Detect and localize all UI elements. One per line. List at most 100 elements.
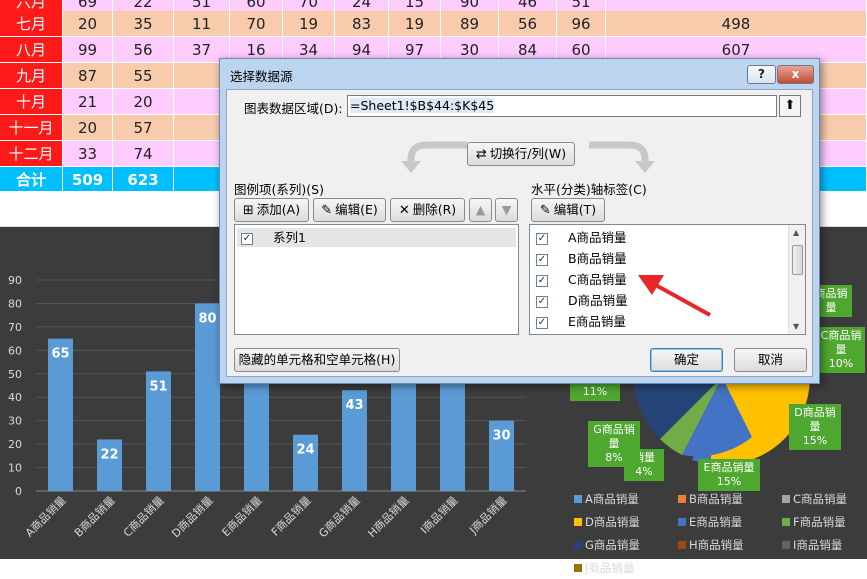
edit-icon: ✎ — [321, 203, 333, 218]
legend-item: D商品销量 — [574, 510, 678, 533]
add-series-button[interactable]: ⊞ 添加(A) — [234, 198, 309, 222]
delete-series-label: 删除(R) — [412, 202, 457, 217]
legend-item: B商品销量 — [678, 487, 782, 510]
switch-row-column-button[interactable]: ⇄ 切换行/列(W) — [467, 142, 575, 166]
month-cell[interactable]: 合计 — [0, 167, 63, 193]
add-series-label: 添加(A) — [256, 202, 301, 217]
value-cell[interactable]: 70 — [230, 11, 283, 37]
axis-label-text: B商品销量 — [568, 251, 627, 266]
edit-series-label: 编辑(E) — [335, 202, 378, 217]
category-label: C商品销量 — [120, 493, 166, 539]
move-up-icon: ▲ — [475, 202, 486, 217]
annotation-arrow-icon — [638, 275, 711, 317]
edit-series-button[interactable]: ✎ 编辑(E) — [313, 198, 386, 222]
scrollbar-thumb[interactable] — [792, 245, 803, 275]
chart-range-value: =Sheet1!$B$44:$K$45 — [350, 98, 495, 113]
close-button[interactable]: x — [777, 65, 814, 84]
value-cell[interactable]: 19 — [389, 11, 441, 37]
chart-range-input[interactable]: =Sheet1!$B$44:$K$45 — [347, 95, 777, 117]
month-cell[interactable]: 九月 — [0, 63, 63, 89]
ok-button[interactable]: 确定 — [650, 348, 723, 372]
dialog-body: 图表数据区域(D): =Sheet1!$B$44:$K$45 ⬆ ⇄ 切换行/列(… — [226, 89, 813, 377]
sheet-row: 七月 20 35 11 70 19 83 19 89 56 96 498 — [0, 11, 867, 37]
month-cell[interactable]: 八月 — [0, 37, 63, 63]
y-tick-label: 0 — [15, 485, 22, 498]
axis-label-checkbox[interactable]: ✓ — [536, 316, 548, 329]
hidden-empty-cells-button[interactable]: 隐藏的单元格和空单元格(H) — [234, 348, 400, 372]
value-cell[interactable]: 55 — [113, 63, 174, 89]
help-button[interactable]: ? — [747, 65, 776, 84]
month-cell[interactable]: 十月 — [0, 89, 63, 115]
value-cell[interactable]: 87 — [63, 63, 113, 89]
y-tick-label: 10 — [8, 462, 22, 475]
axis-label-item[interactable]: ✓ A商品销量 — [536, 228, 786, 247]
legend-item: H商品销量 — [678, 533, 782, 556]
value-cell[interactable]: 89 — [441, 11, 499, 37]
month-cell[interactable]: 七月 — [0, 11, 63, 37]
bar-data-label: 51 — [149, 379, 167, 394]
value-cell[interactable]: 19 — [283, 11, 335, 37]
category-label: I商品销量 — [417, 493, 460, 536]
value-cell[interactable]: 21 — [63, 89, 113, 115]
axis-label-checkbox[interactable]: ✓ — [536, 253, 548, 266]
value-cell[interactable]: 623 — [113, 167, 174, 193]
series-row[interactable]: ✓ 系列1 — [241, 228, 491, 247]
month-cell[interactable]: 十二月 — [0, 141, 63, 167]
series-checkbox[interactable]: ✓ — [241, 232, 253, 245]
value-cell[interactable]: 20 — [63, 115, 113, 141]
axis-label-checkbox[interactable]: ✓ — [536, 274, 548, 287]
switch-icon: ⇄ — [475, 147, 487, 162]
y-tick-label: 50 — [8, 368, 22, 381]
edit-axis-labels-button[interactable]: ✎ 编辑(T) — [531, 198, 605, 222]
select-data-source-dialog: 选择数据源 ? x 图表数据区域(D): =Sheet1!$B$44:$K$45… — [219, 58, 820, 384]
left-curve-arrow-icon — [401, 141, 467, 173]
move-up-button[interactable]: ▲ — [469, 198, 492, 222]
category-label: J商品销量 — [466, 493, 510, 537]
series-list: ✓ 系列1 — [234, 224, 519, 335]
value-cell[interactable]: 20 — [113, 89, 174, 115]
month-cell[interactable]: 十一月 — [0, 115, 63, 141]
scroll-down-icon[interactable]: ▼ — [793, 322, 799, 331]
y-tick-label: 30 — [8, 415, 22, 428]
legend-label: F商品销量 — [793, 514, 846, 529]
bar — [244, 378, 269, 491]
delete-icon: ✕ — [398, 203, 410, 218]
value-cell[interactable]: 57 — [113, 115, 174, 141]
series-name: 系列1 — [273, 230, 306, 245]
pie-label-c: C商品销量 10% — [817, 327, 865, 373]
edit-icon: ✎ — [539, 203, 551, 218]
axis-section-label: 水平(分类)轴标签(C) — [531, 182, 647, 197]
axis-list-scrollbar[interactable]: ▲ ▼ — [788, 225, 805, 334]
legend-swatch — [678, 517, 686, 526]
value-cell[interactable]: 33 — [63, 141, 113, 167]
axis-label-text: A商品销量 — [568, 230, 627, 245]
legend-swatch — [782, 517, 790, 526]
y-tick-label: 80 — [8, 297, 22, 310]
value-cell[interactable]: 56 — [499, 11, 557, 37]
value-cell[interactable]: 35 — [113, 11, 174, 37]
scroll-up-icon[interactable]: ▲ — [793, 228, 799, 237]
value-cell[interactable]: 99 — [63, 37, 113, 63]
legend-item: A商品销量 — [574, 487, 678, 510]
delete-series-button[interactable]: ✕ 删除(R) — [390, 198, 465, 222]
axis-label-checkbox[interactable]: ✓ — [536, 232, 548, 245]
value-cell[interactable]: 96 — [557, 11, 606, 37]
legend-item: C商品销量 — [782, 487, 864, 510]
axis-label-checkbox[interactable]: ✓ — [536, 295, 548, 308]
value-cell[interactable]: 498 — [606, 11, 867, 37]
category-label: H商品销量 — [365, 493, 412, 540]
value-cell[interactable]: 20 — [63, 11, 113, 37]
dialog-titlebar[interactable]: 选择数据源 ? x — [220, 59, 819, 89]
move-down-button[interactable]: ▼ — [495, 198, 518, 222]
cancel-button[interactable]: 取消 — [734, 348, 807, 372]
collapse-dialog-button[interactable]: ⬆ — [779, 95, 801, 117]
value-cell[interactable]: 509 — [63, 167, 113, 193]
value-cell[interactable]: 11 — [174, 11, 230, 37]
move-down-icon: ▼ — [501, 202, 512, 217]
pie-label-h: 11% — [570, 383, 620, 401]
value-cell[interactable]: 83 — [335, 11, 389, 37]
value-cell[interactable]: 74 — [113, 141, 174, 167]
legend-swatch — [782, 494, 790, 503]
y-tick-label: 70 — [8, 321, 22, 334]
value-cell[interactable]: 56 — [113, 37, 174, 63]
